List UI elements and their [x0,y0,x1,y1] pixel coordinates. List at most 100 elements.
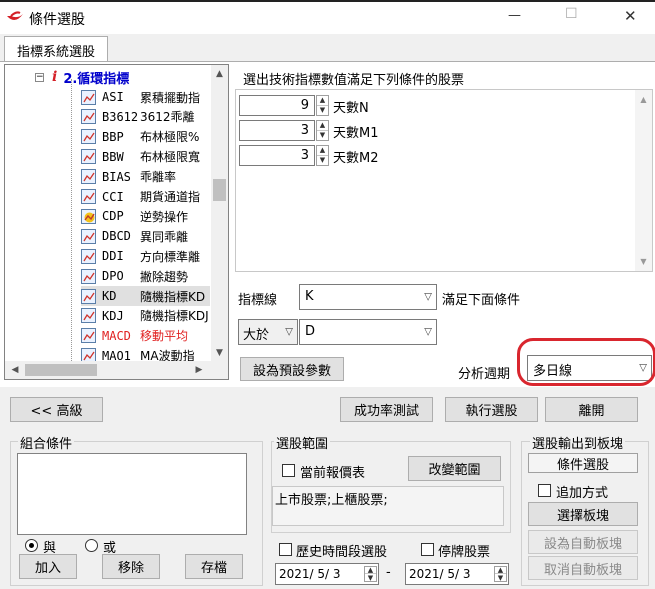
window-title: 條件選股 [29,12,85,28]
scroll-up-icon[interactable]: ▲ [211,65,228,82]
add-condition-button[interactable]: 加入 [19,554,77,579]
scroll-thumb[interactable] [213,179,226,201]
comparator-select[interactable]: 大於 ▽ [238,319,298,345]
indicator-tree[interactable]: − i 2.循環指標 ASI 累積擺動指 B3612 3612乖離 BBP 布林極限% BB… [4,64,229,380]
close-icon[interactable]: ✕ [624,7,637,25]
tree-item[interactable]: CCI 期貨通道指 [81,187,200,207]
tree-item[interactable]: B3612 3612乖離 [81,107,195,127]
date-to-spinner[interactable]: ▲ ▼ [494,566,507,582]
tree-item[interactable]: KDJ 隨機指標KDJ [81,306,209,326]
success-rate-test-button[interactable]: 成功率測試 [340,397,433,422]
tree-item[interactable]: DBCD 異同乖離 [81,226,188,246]
history-period-checkbox[interactable] [279,543,292,556]
param-spinner[interactable]: ▲ ▼ [316,145,329,166]
tree-item-name: 逆勢操作 [140,209,189,224]
param-label: 天數M1 [333,126,379,141]
execute-label: 執行選股 [465,404,518,419]
scroll-corner [211,361,228,379]
compare-target-select[interactable]: D ▽ [299,319,437,345]
tree-item-name: 3612乖離 [140,110,195,125]
remove-condition-button[interactable]: 移除 [102,554,160,579]
date-from-spinner[interactable]: ▲ ▼ [364,566,377,582]
change-range-button[interactable]: 改變範圍 [408,456,501,481]
indicator-chart-icon [81,109,96,125]
remove-label: 移除 [117,561,144,576]
title-bar: 條件選股 — ☐ ✕ [0,2,655,34]
scroll-down-icon[interactable]: ▼ [211,344,228,361]
collapse-minus-icon[interactable]: − [35,72,44,82]
tree-item-code: MACD [102,328,131,343]
param-value: 3 [300,148,309,163]
current-quote-checkbox[interactable] [282,464,295,477]
tree-item[interactable]: MACD 移動平均 [81,326,188,346]
tree-group-cycle[interactable]: − i 2.循環指標 [35,67,129,87]
set-default-params-button[interactable]: 設為預設參數 [240,357,344,381]
tree-item[interactable]: CDP 逆勢操作 [81,206,188,226]
tab-indicator-system[interactable]: 指標系統選股 [4,36,108,63]
append-mode-checkbox[interactable] [538,484,551,497]
period-highlight-ring [517,338,655,386]
tree-item[interactable]: ASI 累積擺動指 [81,87,200,107]
period-label: 分析週期 [458,367,511,382]
tree-item-code: MAO1 [102,348,131,361]
maximize-icon[interactable]: ☐ [565,6,578,22]
indicator-chart-icon [81,268,96,284]
spin-down-icon[interactable]: ▼ [317,131,328,141]
scroll-left-icon[interactable]: ◀ [7,361,23,379]
spin-up-icon[interactable]: ▲ [317,96,328,106]
tree-item[interactable]: BIAS 乖離率 [81,167,176,187]
param-scroll-up-icon[interactable]: ▲ [635,92,652,106]
combination-list[interactable] [17,453,247,535]
leave-label: 離開 [578,404,605,419]
scroll-right-icon[interactable]: ▶ [191,361,207,379]
param-spinner[interactable]: ▲ ▼ [316,95,329,116]
tree-item[interactable]: BBP 布林極限% [81,127,199,147]
tree-content: − i 2.循環指標 ASI 累積擺動指 B3612 3612乖離 BBP 布林極限% BB… [5,65,210,361]
spin-down-icon[interactable]: ▼ [365,574,376,582]
tree-item[interactable]: MAO1 MA波動指 [81,346,195,361]
set-auto-block-button[interactable]: 設為自動板塊 [528,530,638,554]
tree-item-code: BBP [102,129,124,144]
param-input[interactable]: 9 [239,95,315,116]
advanced-button[interactable]: << 高級 [10,397,103,422]
param-input[interactable]: 3 [239,120,315,141]
tree-item[interactable]: DDI 方向標準離 [81,246,200,266]
minimize-icon[interactable]: — [508,8,521,23]
tree-vertical-scrollbar[interactable]: ▲ ▼ [211,65,228,361]
leave-button[interactable]: 離開 [545,397,638,422]
spin-up-icon[interactable]: ▲ [317,121,328,131]
spin-down-icon[interactable]: ▼ [317,106,328,116]
scroll-hthumb[interactable] [25,364,97,376]
choose-block-button[interactable]: 選擇板塊 [528,502,638,526]
spin-down-icon[interactable]: ▼ [495,574,506,582]
param-scroll-down-icon[interactable]: ▼ [635,254,652,268]
spin-up-icon[interactable]: ▲ [317,146,328,156]
success-rate-label: 成功率測試 [353,404,419,419]
indicator-chart-icon [81,288,96,304]
tree-item[interactable]: DPO 撇除趨勢 [81,266,188,286]
param-spinner[interactable]: ▲ ▼ [316,120,329,141]
cancel-auto-block-button[interactable]: 取消自動板塊 [528,556,638,580]
execute-selection-button[interactable]: 執行選股 [445,397,538,422]
date-to-picker[interactable]: 2021/ 5/ 3 ▲ ▼ [405,563,509,585]
save-condition-button[interactable]: 存檔 [185,554,243,579]
tree-item-name: 撇除趨勢 [140,269,189,284]
date-from-value: 2021/ 5/ 3 [279,567,341,581]
date-from-picker[interactable]: 2021/ 5/ 3 ▲ ▼ [275,563,379,585]
suspended-stocks-checkbox[interactable] [421,543,434,556]
tree-item[interactable]: KD 隨機指標KD [81,286,210,306]
and-radio[interactable] [25,539,38,552]
tree-item-name: 布林極限寬 [140,150,201,165]
spin-down-icon[interactable]: ▼ [317,156,328,166]
tree-item-name: 期貨通道指 [140,190,201,204]
param-panel-scrollbar[interactable]: ▲ ▼ [635,90,652,271]
tree-horizontal-scrollbar[interactable]: ◀ ▶ [5,361,211,379]
indicator-chart-icon [81,169,96,185]
tree-item-code: DPO [102,269,124,284]
or-radio[interactable] [85,539,98,552]
indicator-line-select[interactable]: K ▽ [299,284,437,310]
chevron-down-icon: ▽ [424,291,432,303]
app-logo-icon [7,11,23,21]
tree-item[interactable]: BBW 布林極限寬 [81,147,200,167]
param-input[interactable]: 3 [239,145,315,166]
